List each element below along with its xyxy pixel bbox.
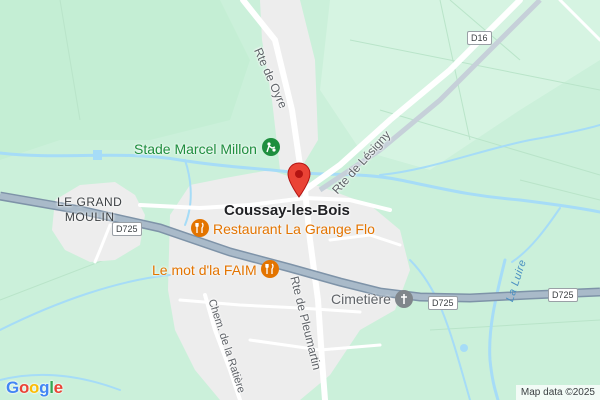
map-attribution[interactable]: Map data ©2025 [515,385,600,400]
pond [93,150,102,160]
hamlet-label-line1: LE GRAND [57,195,123,209]
d16-shield: D16 [467,31,492,45]
poi-label-restaurant-la-grange-flo[interactable]: Restaurant La Grange Flo [213,222,375,236]
restaurant-icon[interactable] [191,219,209,237]
poi-label-cemetery[interactable]: Cimetière [331,292,391,306]
la-luire-river [488,258,507,400]
map-canvas[interactable]: D16 D725 D725 D725 Rte de Oyre Rte de Lé… [0,0,600,400]
google-logo-letter: o [18,378,30,397]
stadium-icon[interactable] [262,138,280,156]
town-label-coussay-les-bois[interactable]: Coussay-les-Bois [224,203,350,218]
google-logo-letter: o [29,378,40,397]
poi-label-le-mot-dla-faim[interactable]: Le mot d'la FAIM [152,263,257,277]
google-logo[interactable]: Google [6,378,63,398]
stream-west [0,274,171,331]
google-logo-text: Google [6,378,63,397]
restaurant-icon[interactable] [261,260,279,278]
stream-south [409,259,471,400]
pond-east [460,344,468,352]
hamlet-label-line2: MOULIN [64,210,115,224]
d725-shield-east: D725 [548,288,578,302]
google-logo-letter: G [6,378,19,397]
location-pin-icon[interactable] [287,162,311,203]
google-logo-letter: g [39,378,50,397]
d725-shield-mid: D725 [428,296,458,310]
hamlet-label-le-grand-moulin[interactable]: LE GRAND MOULIN [57,195,122,225]
google-logo-letter: e [53,378,63,397]
stream-east [511,207,561,263]
cemetery-icon[interactable] [395,290,413,308]
poi-label-stadium[interactable]: Stade Marcel Millon [134,142,257,156]
